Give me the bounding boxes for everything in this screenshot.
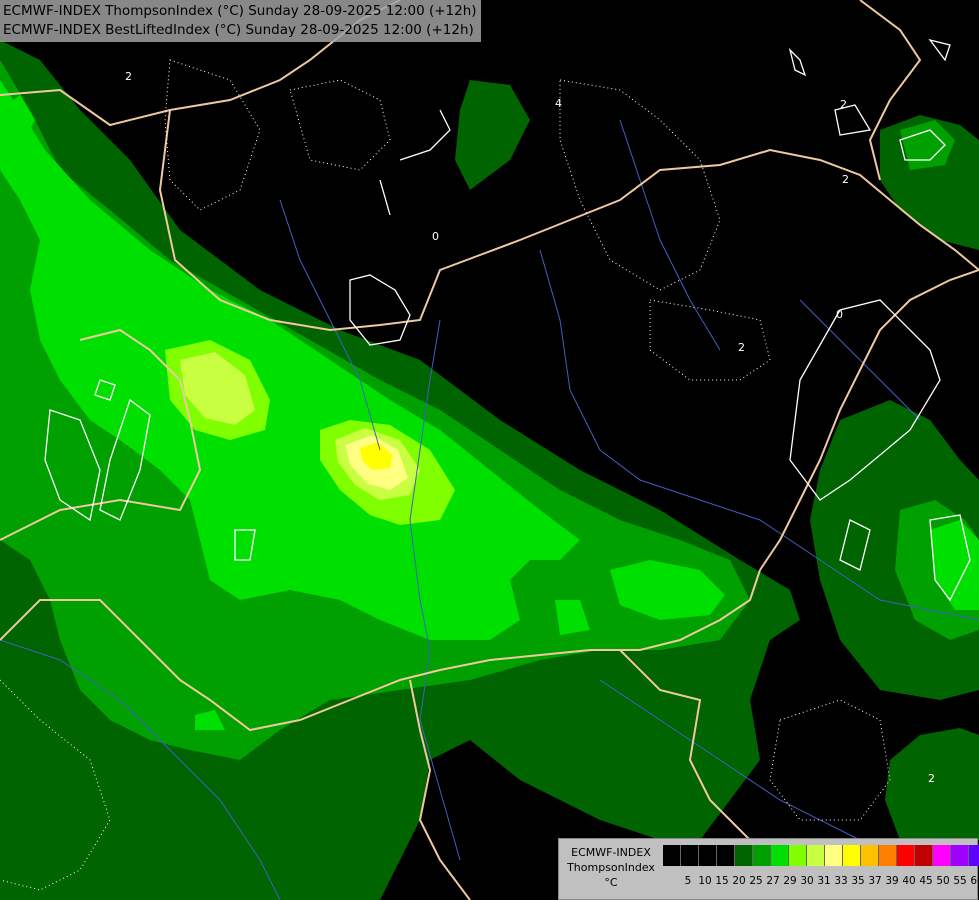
legend-swatch	[861, 845, 879, 866]
legend-tick-label: 39	[885, 875, 899, 887]
contour-label: 2	[840, 98, 847, 111]
contour-label: 0	[836, 308, 843, 321]
legend-swatch	[933, 845, 951, 866]
legend-tick-label: 27	[766, 875, 780, 887]
weather-map: 2 2 2 2 0 2 4 0	[0, 0, 979, 900]
legend-tick-label: 20	[732, 875, 746, 887]
contour-label: 2	[928, 772, 935, 785]
legend-tick-label: 33	[834, 875, 848, 887]
contour-label: 0	[432, 230, 439, 243]
legend-swatches	[663, 845, 979, 867]
legend-swatch	[951, 845, 969, 866]
legend-swatch	[897, 845, 915, 866]
legend-swatch	[771, 845, 789, 866]
legend-tick-label: 10	[698, 875, 712, 887]
contour-label: 2	[842, 173, 849, 186]
contour-label: 2	[738, 341, 745, 354]
legend-swatch	[789, 845, 807, 866]
legend-swatch	[663, 845, 681, 866]
legend-tick-label: 35	[851, 875, 865, 887]
legend-tick-label: 25	[749, 875, 763, 887]
legend-swatch	[915, 845, 933, 866]
legend-swatch	[735, 845, 753, 866]
contour-label: 2	[125, 70, 132, 83]
legend-model: ECMWF-INDEX	[571, 846, 651, 859]
legend-tick-label: 29	[783, 875, 797, 887]
title-best-lifted-index: ECMWF-INDEX BestLiftedIndex (°C) Sunday …	[3, 22, 474, 38]
map-title-box: ECMWF-INDEX ThompsonIndex (°C) Sunday 28…	[0, 0, 481, 42]
legend-tick-label: 31	[817, 875, 831, 887]
legend-swatch	[717, 845, 735, 866]
legend-tick-label: 30	[800, 875, 814, 887]
legend-tick-label: 50	[936, 875, 950, 887]
legend-swatch	[681, 845, 699, 866]
color-legend: ECMWF-INDEX ThompsonIndex °C 5 10 15 20 25 27…	[558, 838, 979, 900]
legend-tick-label: 5	[684, 875, 692, 887]
legend-swatch	[753, 845, 771, 866]
legend-tick-label: 37	[868, 875, 882, 887]
legend-tick-label: 45	[919, 875, 933, 887]
title-thompson-index: ECMWF-INDEX ThompsonIndex (°C) Sunday 28…	[3, 3, 477, 19]
legend-tick-label: 55	[953, 875, 967, 887]
legend-tick-label: 15	[715, 875, 729, 887]
legend-swatch	[843, 845, 861, 866]
legend-tick-label: 40	[902, 875, 916, 887]
legend-swatch	[825, 845, 843, 866]
legend-swatch	[807, 845, 825, 866]
legend-parameter: ThompsonIndex	[567, 861, 655, 874]
legend-tick-label: 60	[970, 875, 979, 887]
legend-swatch	[879, 845, 897, 866]
legend-unit: °C	[604, 876, 618, 889]
legend-swatch	[699, 845, 717, 866]
legend-labels: ECMWF-INDEX ThompsonIndex °C	[563, 845, 659, 890]
legend-swatch	[969, 845, 979, 866]
contour-label: 4	[555, 97, 562, 110]
